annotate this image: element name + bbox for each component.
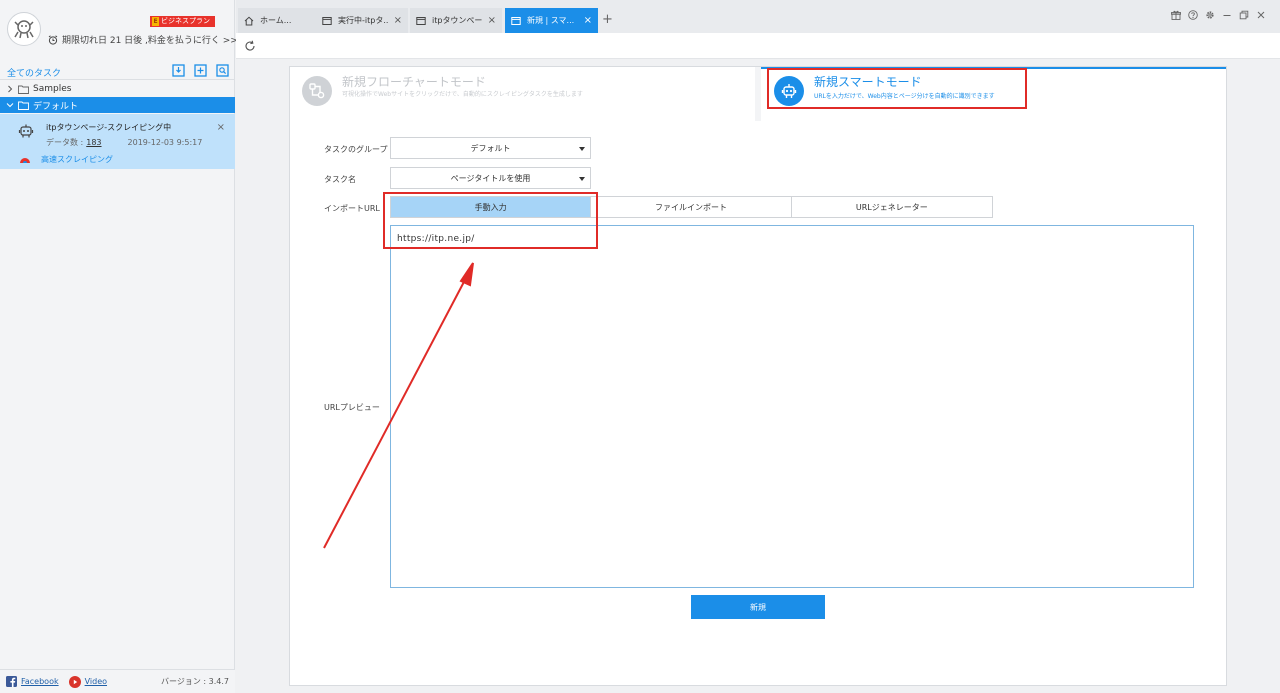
- annotation-arrow: [323, 262, 474, 549]
